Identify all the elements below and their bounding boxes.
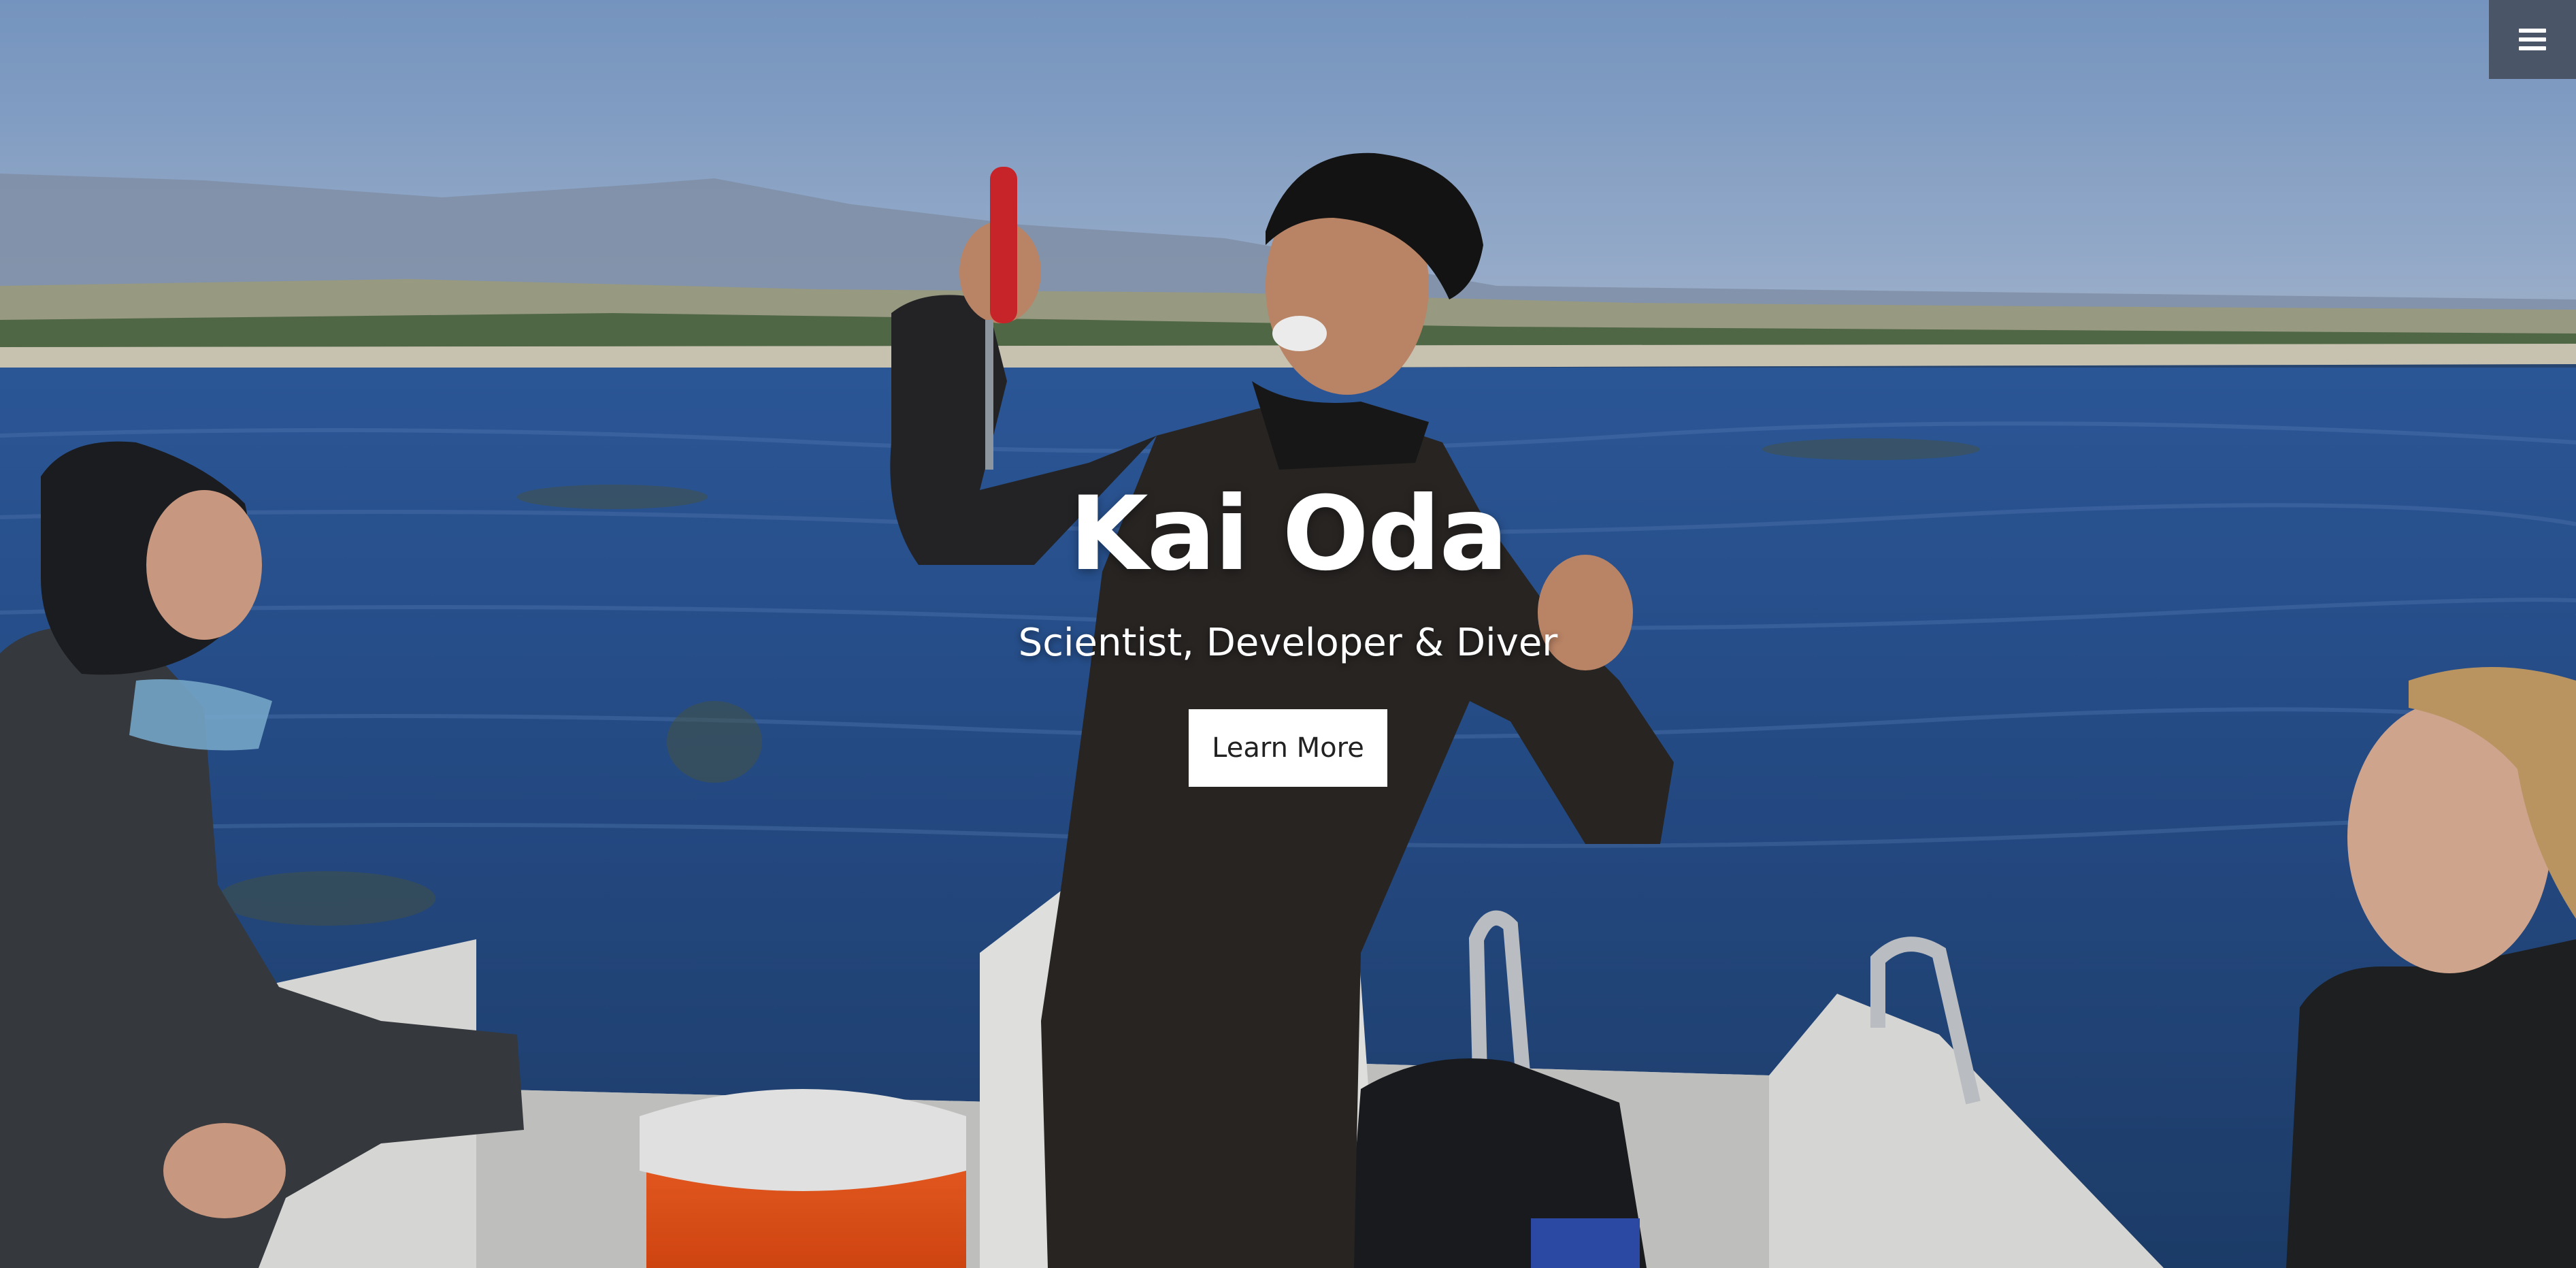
hero-subtitle: Scientist, Developer & Diver	[1018, 621, 1558, 665]
hero-section: Kai Oda Scientist, Developer & Diver Lea…	[0, 0, 2576, 1268]
menu-button[interactable]	[2489, 0, 2576, 79]
hamburger-menu-icon	[2519, 29, 2546, 50]
hero-title: Kai Oda	[1069, 475, 1508, 594]
learn-more-button[interactable]: Learn More	[1189, 709, 1387, 787]
hero-content: Kai Oda Scientist, Developer & Diver Lea…	[0, 476, 2576, 787]
